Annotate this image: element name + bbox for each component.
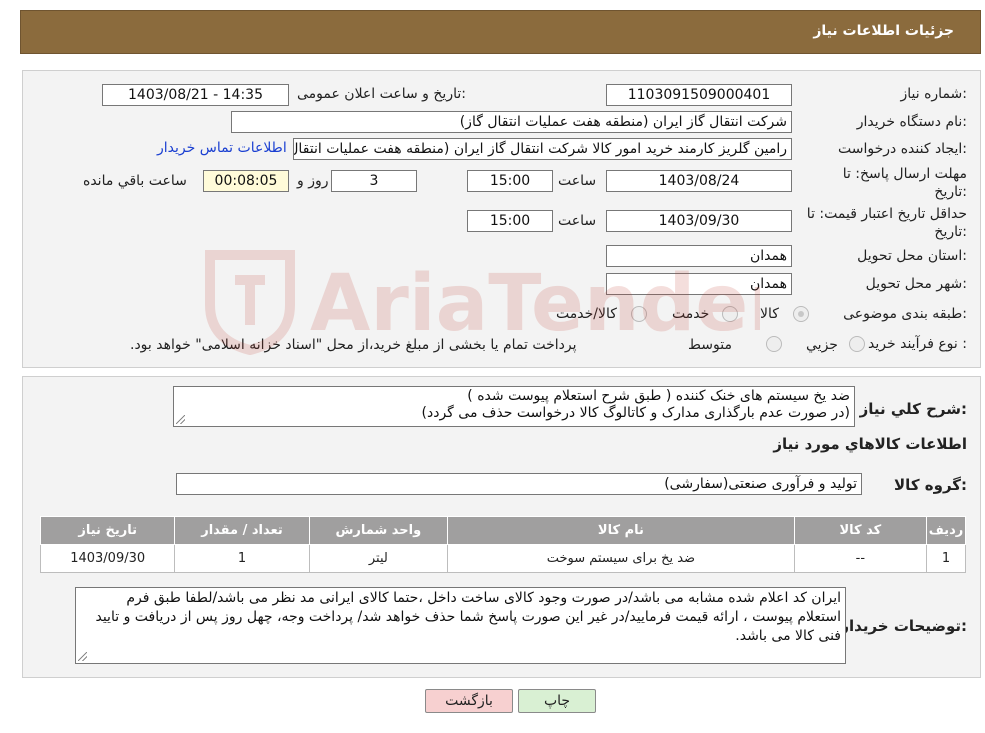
cell-quantity: 1 <box>174 544 310 573</box>
validity-date-field: 1403/09/30 <box>606 210 792 232</box>
page-header: جزئیات اطلاعات نیاز <box>20 10 981 54</box>
process-option-medium: متوسط <box>688 337 732 353</box>
process-option-minor: جزيي <box>806 337 838 353</box>
category-option-goods-service: کالا/خدمت <box>556 306 617 322</box>
category-option-goods: کالا <box>760 306 779 322</box>
col-unit: واحد شمارش <box>308 516 449 545</box>
col-need-date: تاریخ نیاز <box>39 516 176 545</box>
remaining-label: ساعت باقي مانده <box>83 173 187 189</box>
col-item-name: نام کالا <box>447 516 795 545</box>
buyer-notes-textarea[interactable]: ایران کد اعلام شده مشابه می باشد/در صورت… <box>75 587 846 664</box>
process-note: پرداخت تمام یا بخشی از مبلغ خرید،از محل … <box>130 337 577 353</box>
days-left-field: 3 <box>331 170 417 192</box>
deadline-date-field: 1403/08/24 <box>606 170 792 192</box>
cell-item-name: ضد یخ برای سیستم سوخت <box>447 544 795 573</box>
deadline-label-line2: تاریخ: <box>934 184 967 200</box>
validity-time-label: ساعت <box>558 213 597 229</box>
col-row-number: ردیف <box>925 516 967 545</box>
cell-unit: لیتر <box>308 544 449 573</box>
items-table-header: ردیف کد کالا نام کالا واحد شمارش تعداد /… <box>39 516 967 545</box>
time-left-field: 00:08:05 <box>203 170 289 192</box>
category-radio-goods-service[interactable] <box>631 306 647 322</box>
deadline-label-line1: مهلت ارسال پاسخ: تا <box>842 166 967 182</box>
category-option-service: خدمت <box>672 306 710 322</box>
announce-datetime-field: 1403/08/21 - 14:35 <box>102 84 289 106</box>
col-quantity: تعداد / مقدار <box>174 516 310 545</box>
category-radio-goods[interactable] <box>793 306 809 322</box>
buyer-notes-label: توضیحات خریدار: <box>840 617 967 635</box>
category-radio-service[interactable] <box>722 306 738 322</box>
announce-datetime-label: تاریخ و ساعت اعلان عمومی: <box>297 86 466 102</box>
day-and-label: روز و <box>297 173 329 189</box>
col-item-code: کد کالا <box>793 516 927 545</box>
validity-time-field: 15:00 <box>467 210 553 232</box>
buyer-org-label: نام دستگاه خریدار: <box>856 114 967 130</box>
cell-row-number: 1 <box>925 544 967 573</box>
province-label: استان محل تحویل: <box>857 248 967 264</box>
requester-label: ایجاد کننده درخواست: <box>838 141 967 157</box>
city-label: شهر محل تحویل: <box>865 276 967 292</box>
validity-label-line1: حداقل تاریخ اعتبار قیمت: تا <box>806 206 967 222</box>
cell-item-code: -- <box>793 544 927 573</box>
back-button[interactable]: بازگشت <box>425 689 513 713</box>
table-row: 1 -- ضد یخ برای سیستم سوخت لیتر 1 1403/0… <box>39 544 967 573</box>
deadline-time-field: 15:00 <box>467 170 553 192</box>
deadline-time-label: ساعت <box>558 173 597 189</box>
need-number-label: شماره نیاز: <box>900 86 967 102</box>
resize-grip-icon[interactable] <box>78 652 87 661</box>
requester-field: رامین گلریز کارمند خرید امور کالا شرکت ا… <box>293 138 792 160</box>
page-title: جزئیات اطلاعات نیاز <box>813 23 954 39</box>
items-table: ردیف کد کالا نام کالا واحد شمارش تعداد /… <box>39 516 967 573</box>
need-number-field: 1103091509000401 <box>606 84 792 106</box>
cell-need-date: 1403/09/30 <box>39 544 176 573</box>
buyer-org-field: شرکت انتقال گاز ایران (منطقه هفت عملیات … <box>231 111 792 133</box>
buyer-notes-text: ایران کد اعلام شده مشابه می باشد/در صورت… <box>95 590 841 644</box>
process-radio-minor[interactable] <box>849 336 865 352</box>
buyer-contact-link[interactable]: اطلاعات تماس خریدار <box>157 140 287 156</box>
city-field: همدان <box>606 273 792 295</box>
process-type-label: نوع فرآیند خرید : <box>868 336 967 352</box>
print-button[interactable]: چاپ <box>518 689 596 713</box>
category-label: طبقه بندی موضوعی: <box>843 306 967 322</box>
validity-label-line2: تاریخ: <box>934 224 967 240</box>
province-field: همدان <box>606 245 792 267</box>
process-radio-medium[interactable] <box>766 336 782 352</box>
